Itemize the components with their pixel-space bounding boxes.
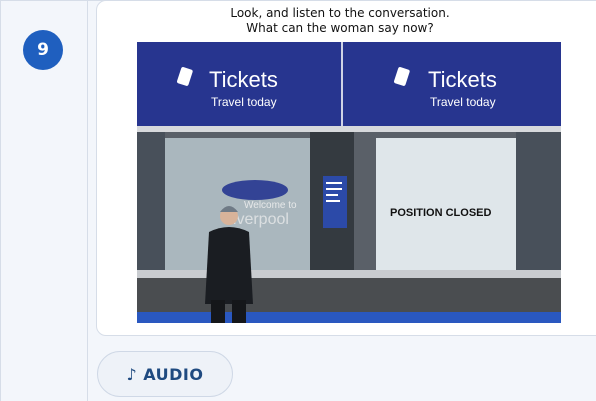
question-instruction: Look, and listen to the conversation. Wh… [108,6,572,36]
instruction-line-2: What can the woman say now? [246,21,434,35]
svg-text:Welcome to: Welcome to [244,200,297,211]
ticket-office-photo: Tickets Travel today Tickets Travel toda… [137,42,561,323]
music-note-icon: ♪ [126,364,138,384]
sign-left-subtitle: Travel today [211,95,277,109]
position-closed-notice: POSITION CLOSED [390,207,492,219]
question-number-column: 9 [0,0,88,401]
sign-right-title: Tickets [428,67,497,92]
audio-button[interactable]: ♪ AUDIO [97,351,233,397]
sign-right-subtitle: Travel today [430,95,496,109]
question-number-badge: 9 [23,30,63,70]
ticket-sign-banner [137,42,561,126]
instruction-line-1: Look, and listen to the conversation. [230,6,450,20]
sign-left-title: Tickets [209,67,278,92]
audio-button-label: AUDIO [143,364,204,384]
